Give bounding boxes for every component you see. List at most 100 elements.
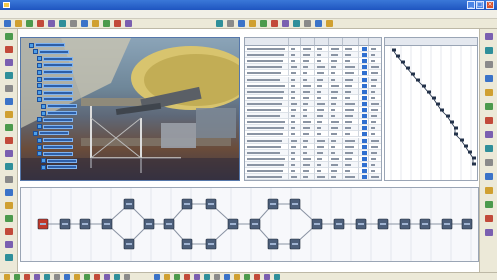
- table-cell[interactable]: [359, 70, 369, 77]
- status-icon[interactable]: [44, 274, 50, 280]
- table-cell[interactable]: [359, 174, 369, 180]
- table-cell[interactable]: [245, 119, 289, 126]
- table-cell[interactable]: [359, 113, 369, 120]
- table-cell[interactable]: [245, 100, 289, 107]
- table-cell[interactable]: [315, 155, 329, 162]
- table-cell[interactable]: [245, 52, 289, 59]
- weld-icon[interactable]: [5, 137, 13, 144]
- table-cell[interactable]: [301, 131, 315, 138]
- camera-icon[interactable]: [5, 202, 13, 209]
- table-cell[interactable]: [289, 137, 301, 144]
- table-cell[interactable]: [289, 131, 301, 138]
- table-cell[interactable]: [245, 174, 289, 180]
- section-icon[interactable]: [227, 20, 234, 27]
- table-cell[interactable]: [329, 119, 343, 126]
- status-icon[interactable]: [74, 274, 80, 280]
- table-cell[interactable]: [315, 46, 329, 52]
- table-cell[interactable]: [315, 82, 329, 89]
- tree-node[interactable]: [41, 158, 77, 164]
- table-cell[interactable]: [245, 149, 289, 156]
- table-cell[interactable]: [369, 70, 381, 77]
- 3d-viewport[interactable]: [20, 37, 240, 181]
- measure-icon[interactable]: [5, 176, 13, 183]
- table-cell[interactable]: [329, 46, 343, 52]
- tree-node[interactable]: [37, 76, 73, 82]
- link-icon[interactable]: [485, 89, 493, 96]
- tree-node[interactable]: [37, 83, 73, 89]
- status-icon[interactable]: [124, 274, 130, 280]
- print-icon[interactable]: [26, 20, 33, 27]
- table-cell[interactable]: [289, 94, 301, 101]
- table-cell[interactable]: [369, 168, 381, 174]
- cost-icon[interactable]: [485, 131, 493, 138]
- table-cell[interactable]: [245, 64, 289, 71]
- table-cell[interactable]: [359, 168, 369, 174]
- table-cell[interactable]: [301, 174, 315, 180]
- table-cell[interactable]: [315, 88, 329, 95]
- paste-icon[interactable]: [59, 20, 66, 27]
- table-cell[interactable]: [359, 149, 369, 156]
- table-cell[interactable]: [369, 119, 381, 126]
- table-cell[interactable]: [315, 161, 329, 168]
- status-icon[interactable]: [54, 274, 60, 280]
- table-cell[interactable]: [315, 131, 329, 138]
- status-icon[interactable]: [234, 274, 240, 280]
- table-cell[interactable]: [369, 144, 381, 150]
- table-cell[interactable]: [369, 125, 381, 132]
- table-cell[interactable]: [329, 70, 343, 77]
- table-cell[interactable]: [301, 143, 315, 150]
- column-header[interactable]: [301, 38, 315, 46]
- table-cell[interactable]: [343, 137, 359, 144]
- table-cell[interactable]: [369, 156, 381, 162]
- table-cell[interactable]: [315, 52, 329, 59]
- table-cell[interactable]: [315, 64, 329, 71]
- table-cell[interactable]: [359, 64, 369, 71]
- status-icon[interactable]: [34, 274, 40, 280]
- table-cell[interactable]: [369, 107, 381, 113]
- table-cell[interactable]: [301, 76, 315, 83]
- table-cell[interactable]: [245, 137, 289, 144]
- tree-node[interactable]: [37, 124, 73, 130]
- table-cell[interactable]: [245, 113, 289, 120]
- table-cell[interactable]: [289, 113, 301, 120]
- zoom-icon[interactable]: [92, 20, 99, 27]
- gantt-chart[interactable]: [384, 37, 478, 181]
- collapse-icon[interactable]: [485, 201, 493, 208]
- table-cell[interactable]: [315, 100, 329, 107]
- column-header[interactable]: [289, 38, 301, 46]
- table-cell[interactable]: [301, 149, 315, 156]
- table-cell[interactable]: [343, 70, 359, 77]
- tree-node[interactable]: [41, 164, 77, 170]
- column-header[interactable]: [343, 38, 359, 46]
- tree-node[interactable]: [37, 90, 73, 96]
- table-cell[interactable]: [343, 58, 359, 65]
- settings-icon[interactable]: [5, 254, 13, 261]
- assembly-icon[interactable]: [5, 72, 13, 79]
- table-cell[interactable]: [245, 88, 289, 95]
- table-cell[interactable]: [289, 52, 301, 59]
- table-cell[interactable]: [343, 155, 359, 162]
- status-icon[interactable]: [274, 274, 280, 280]
- product-icon[interactable]: [485, 75, 493, 82]
- table-cell[interactable]: [301, 125, 315, 132]
- table-cell[interactable]: [329, 107, 343, 113]
- status-icon[interactable]: [244, 274, 250, 280]
- path-icon[interactable]: [5, 150, 13, 157]
- table-cell[interactable]: [369, 95, 381, 101]
- table-cell[interactable]: [359, 76, 369, 83]
- table-cell[interactable]: [359, 119, 369, 126]
- table-cell[interactable]: [329, 137, 343, 144]
- table-cell[interactable]: [315, 174, 329, 180]
- table-cell[interactable]: [289, 88, 301, 95]
- table-cell[interactable]: [315, 76, 329, 83]
- table-cell[interactable]: [315, 137, 329, 144]
- table-cell[interactable]: [329, 143, 343, 150]
- column-header[interactable]: [329, 38, 343, 46]
- table-cell[interactable]: [329, 161, 343, 168]
- snapshot-icon[interactable]: [5, 228, 13, 235]
- rotate-icon[interactable]: [5, 59, 13, 66]
- table-cell[interactable]: [343, 64, 359, 71]
- table-cell[interactable]: [245, 125, 289, 132]
- status-icon[interactable]: [224, 274, 230, 280]
- annotate-icon[interactable]: [5, 189, 13, 196]
